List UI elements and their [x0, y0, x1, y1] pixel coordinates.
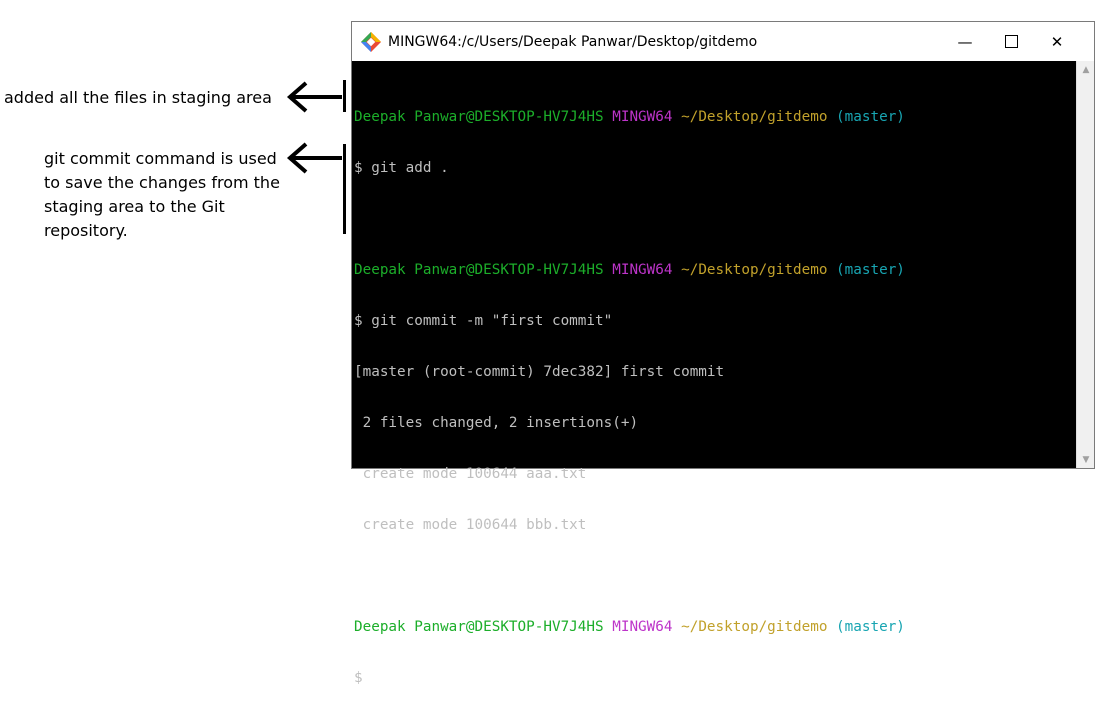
scroll-up-icon[interactable]: ▲ — [1077, 61, 1095, 78]
maximize-button[interactable] — [988, 22, 1034, 61]
prompt-host: MINGW64 — [612, 262, 673, 278]
arrow-left-icon — [286, 142, 342, 174]
git-diamond-icon — [361, 31, 381, 52]
scroll-down-icon[interactable]: ▼ — [1077, 451, 1095, 468]
prompt-path: ~/Desktop/gitdemo — [681, 262, 828, 278]
prompt-line: Deepak Panwar@DESKTOP-HV7J4HS MINGW64 ~/… — [354, 262, 1076, 279]
bracket-line — [343, 80, 346, 112]
output-line: create mode 100644 aaa.txt — [354, 466, 587, 482]
prompt-user: Deepak Panwar@DESKTOP-HV7J4HS — [354, 262, 604, 278]
command-line: $ git add . — [354, 160, 449, 176]
prompt-line: Deepak Panwar@DESKTOP-HV7J4HS MINGW64 ~/… — [354, 109, 1076, 126]
bracket-line — [343, 144, 346, 234]
prompt-branch: (master) — [836, 262, 905, 278]
output-line: create mode 100644 bbb.txt — [354, 517, 587, 533]
prompt-line: Deepak Panwar@DESKTOP-HV7J4HS MINGW64 ~/… — [354, 619, 1076, 636]
minimize-button[interactable]: — — [942, 22, 988, 61]
close-icon: ✕ — [1050, 32, 1064, 51]
command-line: $ git commit -m "first commit" — [354, 313, 613, 329]
output-line: 2 files changed, 2 insertions(+) — [354, 415, 639, 431]
prompt-path: ~/Desktop/gitdemo — [681, 109, 828, 125]
maximize-icon — [1004, 35, 1018, 48]
command-line: $ — [354, 670, 363, 686]
prompt-host: MINGW64 — [612, 109, 673, 125]
terminal-window: MINGW64:/c/Users/Deepak Panwar/Desktop/g… — [351, 21, 1095, 686]
prompt-branch: (master) — [836, 109, 905, 125]
close-button[interactable]: ✕ — [1034, 22, 1080, 61]
vertical-scrollbar[interactable]: ▲ ▼ — [1076, 61, 1094, 468]
prompt-path: ~/Desktop/gitdemo — [681, 619, 828, 635]
annotation-staging: added all the files in staging area — [4, 88, 272, 107]
window-title: MINGW64:/c/Users/Deepak Panwar/Desktop/g… — [388, 33, 758, 50]
prompt-user: Deepak Panwar@DESKTOP-HV7J4HS — [354, 619, 604, 635]
annotation-commit: git commit command is used to save the c… — [44, 149, 280, 240]
minimize-icon: — — [957, 32, 973, 51]
output-line: [master (root-commit) 7dec382] first com… — [354, 364, 725, 380]
arrow-left-icon — [286, 81, 342, 113]
prompt-host: MINGW64 — [612, 619, 673, 635]
terminal-output[interactable]: Deepak Panwar@DESKTOP-HV7J4HS MINGW64 ~/… — [352, 61, 1076, 686]
prompt-branch: (master) — [836, 619, 905, 635]
title-bar[interactable]: MINGW64:/c/Users/Deepak Panwar/Desktop/g… — [352, 22, 1094, 61]
prompt-user: Deepak Panwar@DESKTOP-HV7J4HS — [354, 109, 604, 125]
